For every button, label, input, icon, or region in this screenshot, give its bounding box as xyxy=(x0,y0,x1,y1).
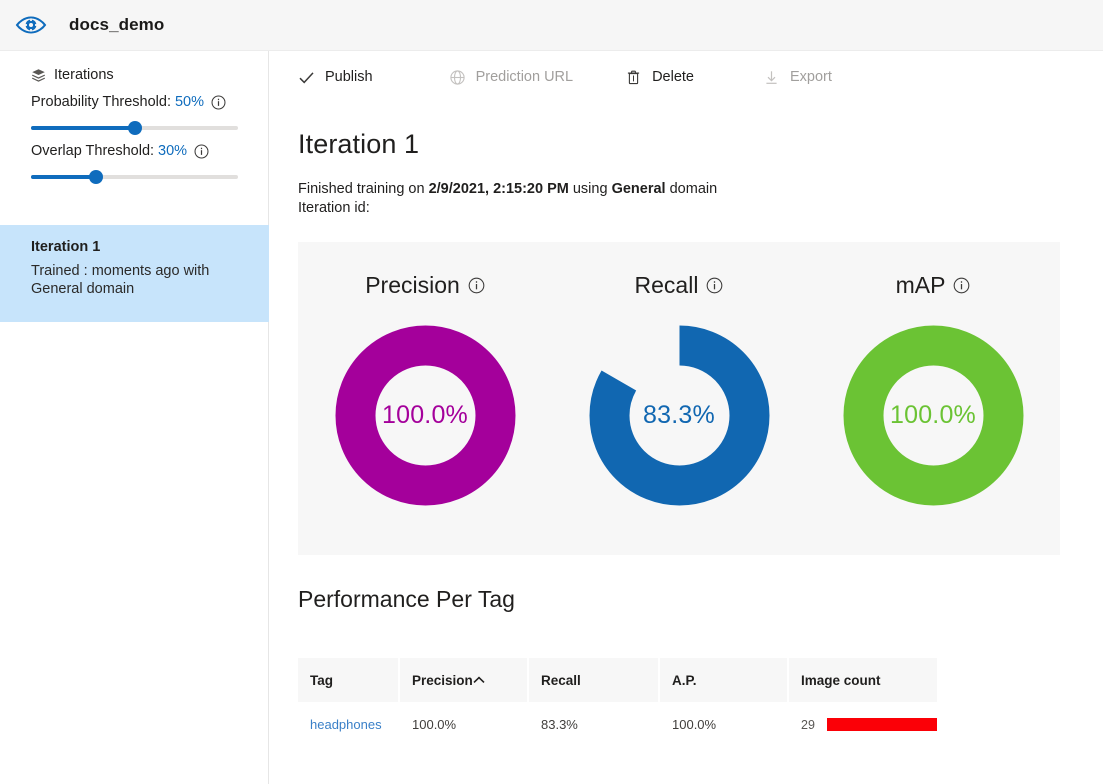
column-header-recall-label: Recall xyxy=(541,672,581,688)
iteration-id-label: Iteration id: xyxy=(298,200,370,216)
page-title: Iteration 1 xyxy=(298,129,420,159)
performance-per-tag-title: Performance Per Tag xyxy=(298,586,515,612)
delete-button[interactable]: Delete xyxy=(625,61,694,93)
overlap-threshold-label: Overlap Threshold: 30% xyxy=(31,143,237,159)
column-header-precision[interactable]: Precision xyxy=(399,658,529,702)
cell-precision: 100.0% xyxy=(399,702,529,747)
map-value: 100.0% xyxy=(890,401,976,429)
column-header-precision-label: Precision xyxy=(412,672,473,688)
tag-link[interactable]: headphones xyxy=(310,717,382,732)
slider-fill xyxy=(31,175,96,179)
app-header: docs_demo xyxy=(0,0,1103,51)
sidebar-item-iteration-1[interactable]: Iteration 1 Trained : moments ago with G… xyxy=(0,225,269,322)
info-icon[interactable] xyxy=(698,277,723,294)
meta-suffix: domain xyxy=(665,181,718,197)
metric-recall: Recall 83.3% xyxy=(552,242,806,555)
column-header-recall[interactable]: Recall xyxy=(528,658,660,702)
metric-precision: Precision 100.0% xyxy=(298,242,552,555)
training-meta: Finished training on 2/9/2021, 2:15:20 P… xyxy=(298,180,1103,218)
sidebar-section-label: Iterations xyxy=(54,67,114,83)
image-count-value: 29 xyxy=(801,717,815,732)
layers-icon xyxy=(31,68,46,83)
overlap-threshold-slider[interactable] xyxy=(31,170,238,184)
info-icon[interactable] xyxy=(204,95,226,110)
meta-domain: General xyxy=(611,181,666,197)
recall-donut: 83.3% xyxy=(589,325,770,506)
chevron-up-icon xyxy=(473,676,499,684)
iteration-card-title: Iteration 1 xyxy=(31,239,101,255)
meta-middle: using xyxy=(568,181,612,197)
probability-threshold-text: Probability Threshold: xyxy=(31,94,171,110)
overlap-threshold-text: Overlap Threshold: xyxy=(31,143,155,159)
image-count-bar xyxy=(827,718,937,731)
export-button[interactable]: Export xyxy=(763,61,832,93)
globe-icon xyxy=(449,69,466,86)
publish-label: Publish xyxy=(325,69,373,85)
column-header-image-count-label: Image count xyxy=(801,672,881,688)
precision-donut: 100.0% xyxy=(335,325,516,506)
map-donut: 100.0% xyxy=(843,325,1024,506)
performance-per-tag-table: Tag Precision Recall A.P. Image count he… xyxy=(298,658,937,747)
cell-recall: 83.3% xyxy=(528,702,660,747)
probability-threshold-slider[interactable] xyxy=(31,121,238,135)
sidebar-section-iterations: Iterations xyxy=(0,51,268,83)
slider-thumb[interactable] xyxy=(88,170,103,184)
download-icon xyxy=(763,69,780,86)
slider-thumb[interactable] xyxy=(127,121,142,135)
table-row[interactable]: headphones 100.0% 83.3% 100.0% 29 xyxy=(298,702,937,747)
slider-fill xyxy=(31,126,135,130)
column-header-image-count[interactable]: Image count xyxy=(788,658,937,702)
metric-precision-header: Precision xyxy=(365,272,485,299)
metric-recall-header: Recall xyxy=(635,272,724,299)
cell-tag: headphones xyxy=(298,702,400,747)
column-header-tag-label: Tag xyxy=(310,672,333,688)
export-label: Export xyxy=(790,69,832,85)
probability-threshold-value: 50% xyxy=(174,94,205,110)
trash-icon xyxy=(625,69,642,86)
info-icon[interactable] xyxy=(945,277,970,294)
metric-map: mAP 100.0% xyxy=(806,242,1060,555)
overlap-threshold-value: 30% xyxy=(158,143,188,159)
table-header-row: Tag Precision Recall A.P. Image count xyxy=(298,658,937,702)
delete-label: Delete xyxy=(652,69,694,85)
cell-image-count: 29 xyxy=(788,702,937,747)
iteration-card-subtitle: Trained : moments ago with General domai… xyxy=(31,263,210,297)
prediction-url-button[interactable]: Prediction URL xyxy=(449,61,574,93)
probability-threshold-control: Probability Threshold: 50% xyxy=(0,81,268,135)
sidebar: Iterations Probability Threshold: 50% Ov… xyxy=(0,51,269,784)
meta-timestamp: 2/9/2021, 2:15:20 PM xyxy=(428,181,569,197)
eye-gear-icon[interactable] xyxy=(14,10,48,40)
metric-precision-title: Precision xyxy=(365,272,460,298)
publish-button[interactable]: Publish xyxy=(298,61,373,93)
column-header-tag[interactable]: Tag xyxy=(298,658,400,702)
info-icon[interactable] xyxy=(460,277,485,294)
metrics-panel: Precision 100.0% Recall 83.3% mAP 100.0% xyxy=(298,242,1060,555)
recall-value: 83.3% xyxy=(643,401,715,429)
main-content: Publish Prediction URL Delete Export Ite… xyxy=(269,51,1103,784)
probability-threshold-label: Probability Threshold: 50% xyxy=(31,94,237,110)
command-bar: Publish Prediction URL Delete Export xyxy=(269,51,1103,103)
cell-ap: 100.0% xyxy=(659,702,789,747)
metric-recall-title: Recall xyxy=(634,272,699,298)
precision-value: 100.0% xyxy=(382,401,468,429)
project-title: docs_demo xyxy=(69,15,165,34)
metric-map-title: mAP xyxy=(895,272,946,298)
checkmark-icon xyxy=(298,69,315,86)
info-icon[interactable] xyxy=(187,144,209,159)
overlap-threshold-control: Overlap Threshold: 30% xyxy=(0,135,268,184)
metric-map-header: mAP xyxy=(896,272,971,299)
column-header-ap-label: A.P. xyxy=(672,672,697,688)
meta-prefix: Finished training on xyxy=(298,181,429,197)
prediction-url-label: Prediction URL xyxy=(475,69,574,85)
column-header-ap[interactable]: A.P. xyxy=(659,658,789,702)
